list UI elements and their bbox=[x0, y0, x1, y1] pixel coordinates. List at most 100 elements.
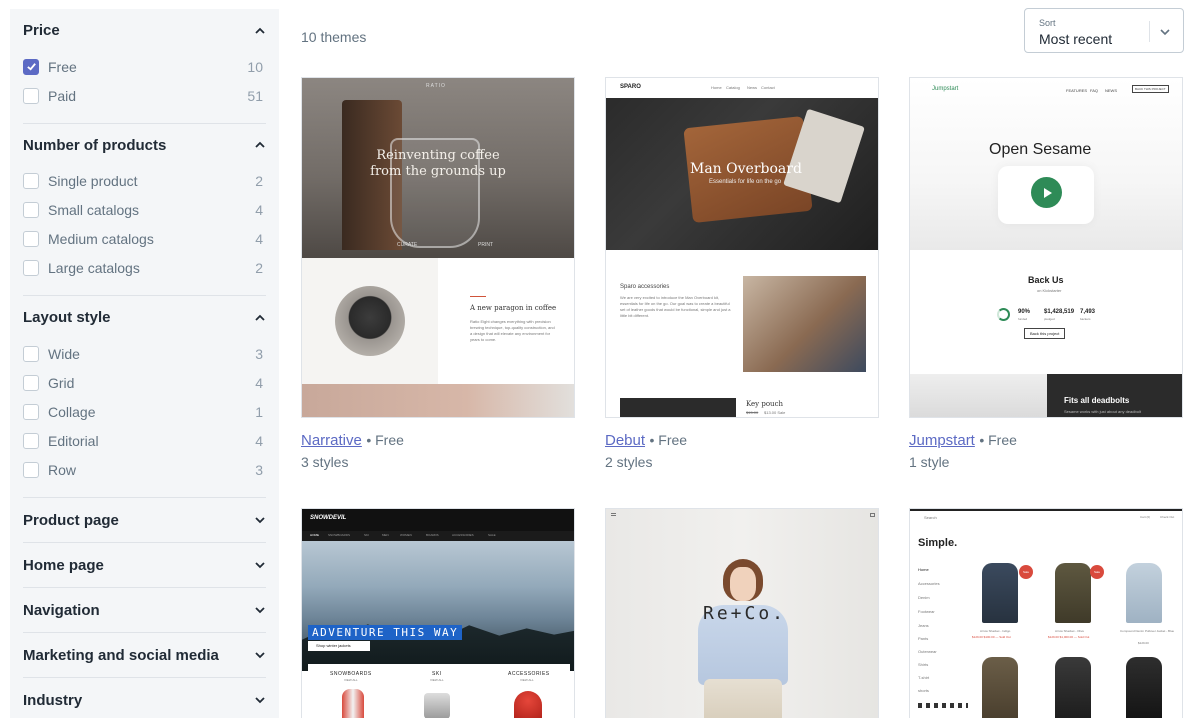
model-face bbox=[730, 567, 756, 601]
filter-option-row[interactable]: Row 3 bbox=[23, 455, 266, 484]
filter-option-editorial[interactable]: Editorial 4 bbox=[23, 426, 266, 455]
ski-boots-image bbox=[424, 693, 450, 718]
checkbox[interactable] bbox=[23, 345, 39, 362]
filter-option-free[interactable]: Free 10 bbox=[23, 52, 266, 81]
product-price-olive: $129.00 $1,000.00 — Sold Out bbox=[1048, 635, 1090, 639]
filter-option-medium-catalogs[interactable]: Medium catalogs 4 bbox=[23, 224, 266, 253]
home-page-filter-title: Home page bbox=[23, 556, 104, 574]
filter-option-count: 4 bbox=[255, 432, 263, 449]
bullet-separator: • bbox=[979, 432, 989, 448]
navigation-filter-header[interactable]: Navigation bbox=[23, 588, 266, 632]
preview-back-title: Back Us bbox=[1028, 275, 1064, 285]
marketing-filter-header[interactable]: Marketing and social media bbox=[23, 633, 266, 677]
preview-new-price: $13.00 Sale bbox=[764, 410, 786, 415]
theme-preview-reco[interactable]: Re+Co. bbox=[605, 508, 879, 718]
checkbox[interactable] bbox=[23, 432, 39, 449]
free-checkbox[interactable] bbox=[23, 58, 39, 75]
filter-option-single-product[interactable]: Single product 2 bbox=[23, 166, 266, 195]
social-icons bbox=[918, 703, 968, 708]
product-name-indigo: Arrow Shacket - Indigo bbox=[980, 629, 1011, 633]
menu-shirts: Shirts bbox=[918, 662, 929, 667]
preview-nav-sale: SALE bbox=[488, 533, 496, 537]
theme-card-snowdevil: SNOWDEVIL HOME SNOWBOARDS SKI MEN WOMEN … bbox=[301, 508, 575, 718]
industry-filter-header[interactable]: Industry bbox=[23, 678, 266, 718]
layout-filter-header[interactable]: Layout style bbox=[23, 296, 266, 339]
preview-nav-contact: Contact bbox=[761, 85, 775, 90]
filter-option-count: 4 bbox=[255, 201, 263, 218]
price-filter-header[interactable]: Price bbox=[23, 9, 266, 52]
filter-option-large-catalogs[interactable]: Large catalogs 2 bbox=[23, 253, 266, 282]
sale-badge: Sale bbox=[1019, 565, 1033, 579]
product-page-filter-header[interactable]: Product page bbox=[23, 498, 266, 542]
cart-icon bbox=[870, 513, 875, 517]
theme-count: 10 themes bbox=[301, 29, 367, 45]
menu-tshirt: T-shirt bbox=[918, 675, 930, 680]
checkbox[interactable] bbox=[23, 461, 39, 478]
filter-option-label: Grid bbox=[48, 374, 75, 391]
jacket-image-blue bbox=[1126, 563, 1162, 623]
preview-banner: ADVENTURE THIS WAY bbox=[308, 625, 463, 640]
preview-search: Search bbox=[924, 515, 937, 520]
checkbox[interactable] bbox=[23, 172, 39, 189]
beanie-image bbox=[514, 691, 542, 718]
preview-body: Ratio Eight changes everything with prec… bbox=[470, 319, 555, 342]
theme-name-link[interactable]: Jumpstart bbox=[909, 432, 975, 449]
home-page-filter: Home page bbox=[23, 543, 266, 588]
product-name-blue: Compound Denim Pullover Jacket - Blue bbox=[1120, 629, 1175, 633]
filter-option-count: 2 bbox=[255, 172, 263, 189]
promo-image bbox=[910, 374, 1047, 417]
menu-home: Home bbox=[918, 567, 929, 572]
theme-preview-snowdevil[interactable]: SNOWDEVIL HOME SNOWBOARDS SKI MEN WOMEN … bbox=[301, 508, 575, 718]
progress-ring bbox=[997, 308, 1010, 321]
filter-option-label: Editorial bbox=[48, 432, 99, 449]
category-link-snowboards: VIEW ALL bbox=[344, 678, 358, 682]
filter-option-collage[interactable]: Collage 1 bbox=[23, 397, 266, 426]
theme-card-jumpstart: Jumpstart FEATURES FAQ NEWS BACK THIS PR… bbox=[909, 77, 1183, 470]
preview-nav-faq: FAQ bbox=[1090, 88, 1099, 93]
filter-option-grid[interactable]: Grid 4 bbox=[23, 368, 266, 397]
preview-nav-boards: BOARDS bbox=[426, 533, 439, 537]
sort-value: Most recent bbox=[1039, 31, 1113, 47]
theme-name-link[interactable]: Narrative bbox=[301, 432, 362, 449]
preview-logo: SPARO bbox=[620, 84, 641, 90]
filter-option-label: Row bbox=[48, 461, 77, 478]
filter-option-wide[interactable]: Wide 3 bbox=[23, 339, 266, 368]
theme-preview-simple[interactable]: Search Cart (0) Check Out Simple. Home A… bbox=[909, 508, 1183, 718]
theme-preview-jumpstart[interactable]: Jumpstart FEATURES FAQ NEWS BACK THIS PR… bbox=[909, 77, 1183, 418]
paid-checkbox[interactable] bbox=[23, 87, 39, 104]
filter-sidebar: Price Free 10 Paid 51 Number of products… bbox=[10, 9, 279, 718]
theme-title-line: Narrative • Free bbox=[301, 432, 575, 450]
play-icon[interactable] bbox=[1031, 177, 1062, 208]
theme-preview-debut[interactable]: SPARO Home Catalog News Contact Man Over… bbox=[605, 77, 879, 418]
filter-option-count: 2 bbox=[255, 259, 263, 276]
home-page-filter-header[interactable]: Home page bbox=[23, 543, 266, 587]
checkbox[interactable] bbox=[23, 374, 39, 391]
filter-option-label: Collage bbox=[48, 403, 96, 420]
checkbox[interactable] bbox=[23, 259, 39, 276]
preview-nav-button: BACK THIS PROJECT bbox=[1132, 85, 1169, 93]
checkbox[interactable] bbox=[23, 201, 39, 218]
chevron-up-icon bbox=[254, 139, 266, 151]
theme-preview-narrative[interactable]: RATIO Reinventing coffee from the ground… bbox=[301, 77, 575, 418]
preview-headline: Man Overboard bbox=[690, 161, 802, 177]
product-image-hands bbox=[743, 276, 866, 372]
theme-name-link[interactable]: Debut bbox=[605, 432, 645, 449]
sort-select[interactable]: Sort Most recent bbox=[1024, 8, 1184, 53]
chevron-down-icon bbox=[254, 559, 266, 571]
preview-body: We are very excited to introduce the Man… bbox=[620, 295, 731, 318]
preview-subline: Essentials for life on the go bbox=[709, 179, 782, 185]
preview-logo: Re+Co. bbox=[703, 603, 787, 624]
top-bar bbox=[910, 509, 1182, 511]
preview-nav-features: FEATURES bbox=[1066, 88, 1088, 93]
filter-option-paid[interactable]: Paid 51 bbox=[23, 81, 266, 110]
filter-option-small-catalogs[interactable]: Small catalogs 4 bbox=[23, 195, 266, 224]
menu-accessories: Accessories bbox=[918, 581, 940, 586]
products-filter-header[interactable]: Number of products bbox=[23, 124, 266, 166]
sale-badge: Sale bbox=[1090, 565, 1104, 579]
jacket-image-leather bbox=[1126, 657, 1162, 718]
checkbox[interactable] bbox=[23, 230, 39, 247]
checkbox[interactable] bbox=[23, 403, 39, 420]
hamburger-icon bbox=[611, 513, 616, 516]
preview-old-price: $15.00 bbox=[746, 410, 759, 415]
bullet-separator: • bbox=[649, 432, 659, 448]
